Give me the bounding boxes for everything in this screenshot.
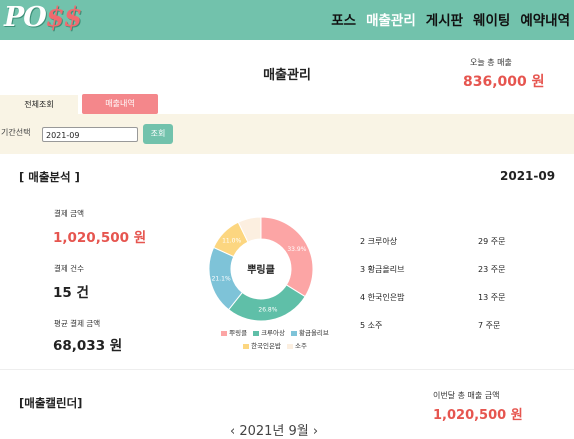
- ranking-count: 29 주문: [478, 237, 506, 246]
- analysis-month: 2021-09: [500, 169, 556, 183]
- month-total-value: 1,020,500 원: [433, 408, 523, 423]
- today-sales-label: 오늘 총 매출: [470, 58, 512, 67]
- period-input[interactable]: 2021-09: [42, 127, 138, 142]
- legend-label: 뿌링클: [229, 329, 248, 337]
- main-nav: 포스 매출관리 게시판 웨이팅 예약내역: [331, 9, 570, 29]
- nav-pos[interactable]: 포스: [331, 9, 356, 29]
- avg-payment-value: 68,033 원: [53, 338, 123, 354]
- nav-reservations[interactable]: 예약내역: [520, 9, 570, 29]
- nav-waiting[interactable]: 웨이팅: [473, 9, 510, 29]
- ranking-count: 13 주문: [478, 293, 506, 302]
- legend-label: 크루아상: [261, 329, 285, 337]
- legend-swatch: [243, 343, 250, 349]
- legend-item[interactable]: 한국인은밥: [243, 340, 281, 350]
- ranking-count: 7 주문: [478, 321, 501, 330]
- analysis-title: [ 매출분석 ]: [19, 170, 80, 184]
- nav-board[interactable]: 게시판: [426, 9, 463, 29]
- calendar-month-nav[interactable]: ‹ 2021년 9월 ›: [230, 420, 318, 439]
- month-total-label: 이번달 총 매출 금액: [433, 391, 500, 400]
- avg-payment-label: 평균 결제 금액: [54, 319, 101, 328]
- ranking-count: 23 주문: [478, 265, 506, 274]
- sales-donut-chart: 33.9% 26.8% 21.1% 11.0% 뿌링클: [208, 216, 314, 322]
- donut-slice-label: 26.8%: [258, 306, 277, 313]
- legend-item[interactable]: 소주: [286, 340, 307, 350]
- legend-label: 한국인은밥: [251, 342, 281, 350]
- donut-center-label: 뿌링클: [247, 264, 275, 276]
- legend-item[interactable]: 뿌링클: [221, 327, 247, 337]
- legend-label: 소주: [294, 342, 307, 350]
- donut-slice-label: 33.9%: [287, 246, 306, 253]
- logo[interactable]: PO$$: [4, 2, 82, 33]
- calendar-title: [매출캘린더]: [19, 396, 83, 410]
- legend-swatch: [290, 330, 297, 336]
- legend-swatch: [221, 330, 228, 336]
- chart-legend: 뿌링클 크루아상 황금올리브 한국인은밥 소주: [180, 327, 370, 353]
- payment-count-label: 결제 건수: [54, 264, 84, 273]
- nav-sales-management[interactable]: 매출관리: [366, 9, 416, 29]
- search-button[interactable]: 조회: [143, 124, 173, 144]
- legend-item[interactable]: 크루아상: [253, 327, 285, 337]
- period-label: 기간선택: [1, 128, 31, 137]
- ranking-item: 3 황금올리브: [360, 265, 405, 274]
- tab-sales-history[interactable]: 매출내역: [82, 94, 158, 114]
- ranking-item: 5 소주: [360, 321, 383, 330]
- payment-amount-label: 결제 금액: [54, 209, 84, 218]
- section-divider: [0, 369, 574, 370]
- header-bar: PO$$ 포스 매출관리 게시판 웨이팅 예약내역: [0, 0, 574, 40]
- today-sales-value: 836,000 원: [463, 74, 545, 90]
- payment-count-value: 15 건: [53, 285, 89, 301]
- payment-amount-value: 1,020,500 원: [53, 230, 147, 246]
- ranking-item: 4 한국인은밥: [360, 293, 405, 302]
- donut-slice-label: 11.0%: [222, 237, 241, 244]
- legend-label: 황금올리브: [298, 329, 329, 337]
- legend-swatch: [253, 330, 260, 336]
- legend-item[interactable]: 황금올리브: [290, 327, 329, 337]
- ranking-item: 2 크루아상: [360, 237, 398, 246]
- legend-swatch: [286, 343, 293, 349]
- tab-all[interactable]: 전체조회: [0, 95, 78, 115]
- donut-slice-label: 21.1%: [212, 276, 231, 283]
